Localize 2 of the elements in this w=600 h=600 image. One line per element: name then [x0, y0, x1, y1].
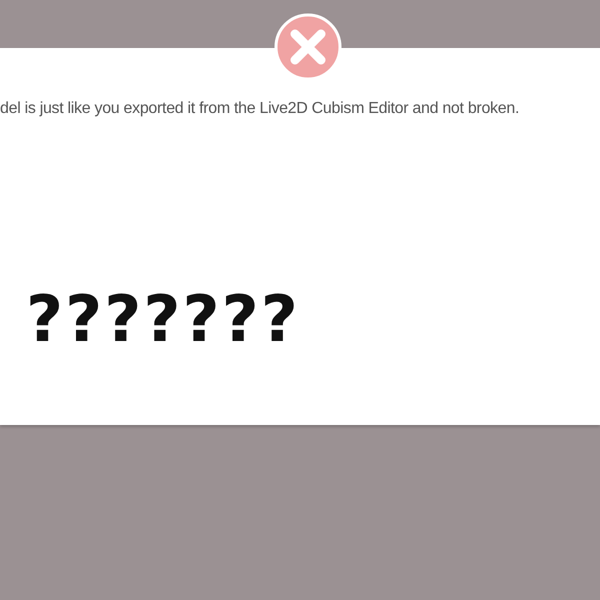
question-marks-text: ??????? — [26, 288, 300, 352]
error-message: del is just like you exported it from the Live2D Cubism Editor and not broken. — [0, 100, 520, 118]
